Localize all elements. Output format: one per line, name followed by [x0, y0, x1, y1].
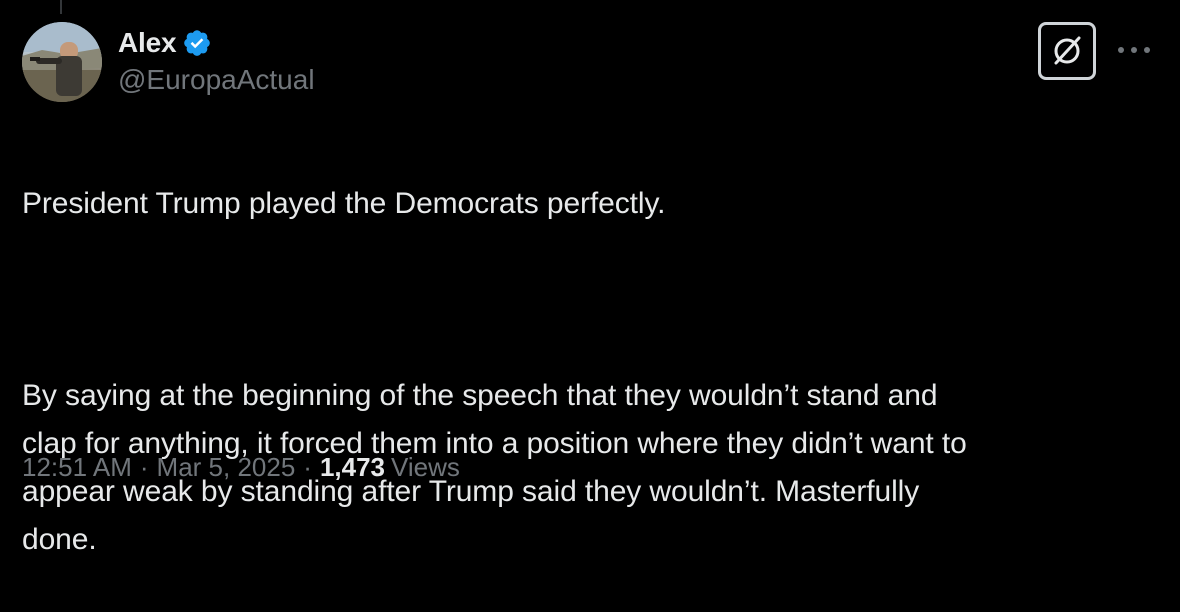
tweet-date[interactable]: Mar 5, 2025 [157, 452, 296, 483]
name-row: Alex [118, 24, 315, 62]
verified-badge-icon[interactable] [182, 28, 212, 58]
author-handle[interactable]: @EuropaActual [118, 64, 315, 96]
separator: · [303, 452, 312, 482]
display-name[interactable]: Alex [118, 27, 177, 59]
tweet-time[interactable]: 12:51 AM [22, 452, 132, 483]
grok-button[interactable] [1038, 22, 1096, 80]
tweet-metadata: 12:51 AM · Mar 5, 2025 · 1,473 Views [22, 452, 460, 483]
separator: · [139, 452, 149, 482]
author-block: Alex @EuropaActual [118, 24, 315, 96]
grok-icon [1054, 36, 1081, 65]
avatar[interactable] [22, 22, 102, 102]
tweet-text: President Trump played the Democrats per… [22, 132, 1162, 612]
avatar-photo [22, 22, 102, 102]
views-label: Views [391, 452, 460, 482]
more-options-button[interactable] [1114, 36, 1154, 64]
tweet-paragraph: President Trump played the Democrats per… [22, 187, 666, 220]
thread-connector-line [60, 0, 62, 14]
more-horizontal-icon [1118, 47, 1150, 53]
views-count: 1,473 [319, 452, 386, 482]
